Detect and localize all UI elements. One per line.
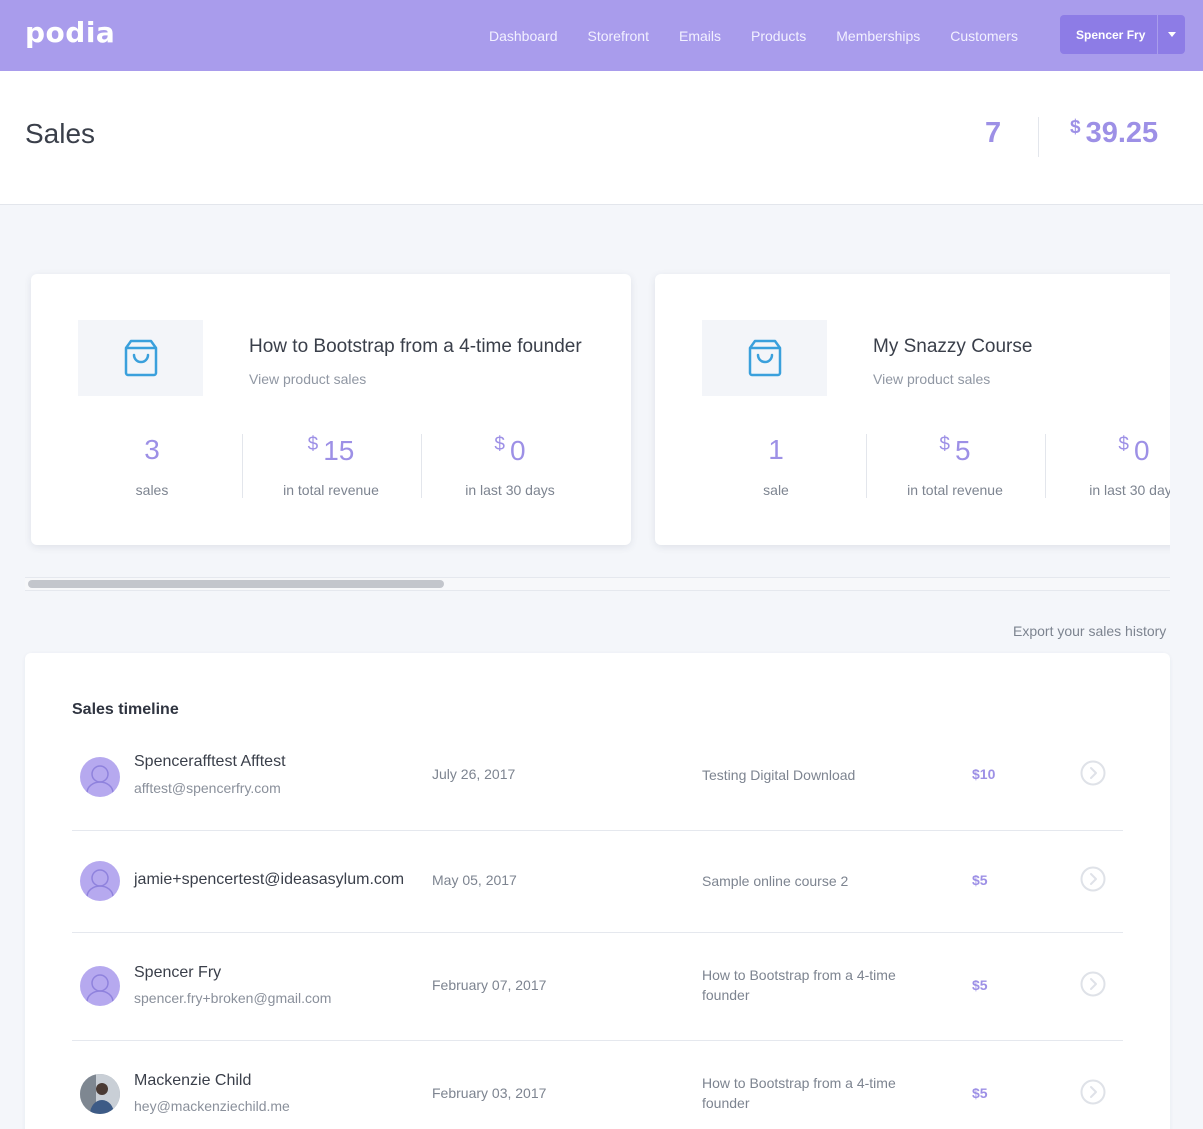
stat-last30-value: $0 bbox=[1118, 434, 1150, 466]
sale-product: Testing Digital Download bbox=[702, 767, 856, 783]
page-header: Sales 7 $39.25 bbox=[0, 71, 1203, 205]
view-product-sales-link[interactable]: View product sales bbox=[249, 371, 366, 387]
stat-sales-value: 3 bbox=[144, 434, 160, 465]
stat-last30: $0 in last 30 days bbox=[1044, 434, 1170, 498]
stat-sales-label: sales bbox=[135, 482, 169, 498]
sale-product: Sample online course 2 bbox=[702, 873, 849, 889]
chevron-right-circle-icon[interactable] bbox=[1080, 866, 1106, 892]
sale-date: July 26, 2017 bbox=[432, 766, 516, 782]
customer-name[interactable]: Mackenzie Child bbox=[134, 1072, 251, 1090]
customer-photo bbox=[80, 1074, 120, 1114]
shopping-bag-icon bbox=[124, 339, 157, 377]
chevron-right-circle-icon[interactable] bbox=[1080, 760, 1106, 786]
podia-logo[interactable]: podia bbox=[25, 16, 115, 49]
sale-date: May 05, 2017 bbox=[432, 872, 517, 888]
currency-symbol: $ bbox=[939, 434, 950, 455]
customer-name[interactable]: Spencer Fry bbox=[134, 964, 221, 982]
stat-last30-label: in last 30 days bbox=[465, 482, 555, 498]
scrollbar-thumb[interactable] bbox=[28, 580, 444, 588]
sale-row[interactable]: Mackenzie Child hey@mackenziechild.me Fe… bbox=[72, 1041, 1123, 1129]
stat-revenue-label: in total revenue bbox=[283, 482, 379, 498]
nav-dashboard[interactable]: Dashboard bbox=[474, 28, 573, 44]
chevron-right-circle-icon[interactable] bbox=[1080, 1079, 1106, 1105]
stat-sales-value: 1 bbox=[768, 434, 784, 465]
sale-date: February 07, 2017 bbox=[432, 977, 547, 993]
sale-amount: $5 bbox=[972, 872, 988, 888]
product-cards-scroller[interactable]: How to Bootstrap from a 4-time founder V… bbox=[25, 260, 1170, 560]
stat-last30: $0 in last 30 days bbox=[420, 434, 600, 498]
currency-symbol: $ bbox=[307, 434, 319, 455]
cards-scrollbar[interactable] bbox=[25, 577, 1170, 591]
stat-revenue: $15 in total revenue bbox=[241, 434, 421, 498]
sale-row[interactable]: jamie+spencertest@ideasasylum.com May 05… bbox=[72, 831, 1123, 933]
stat-revenue-value: $5 bbox=[939, 434, 971, 466]
product-title: How to Bootstrap from a 4-time founder bbox=[249, 336, 582, 357]
default-avatar-icon bbox=[86, 869, 114, 898]
stat-revenue-value: $15 bbox=[307, 434, 355, 466]
sale-date: February 03, 2017 bbox=[432, 1085, 547, 1101]
stat-revenue-label: in total revenue bbox=[907, 482, 1003, 498]
nav-storefront[interactable]: Storefront bbox=[573, 28, 664, 44]
currency-symbol: $ bbox=[1118, 434, 1129, 455]
product-title: My Snazzy Course bbox=[873, 336, 1033, 357]
timeline-title: Sales timeline bbox=[72, 701, 179, 718]
view-product-sales-link[interactable]: View product sales bbox=[873, 371, 990, 387]
customer-email: hey@mackenziechild.me bbox=[134, 1098, 290, 1114]
stat-sales: 3 sales bbox=[62, 434, 242, 498]
product-card: My Snazzy Course View product sales 1 sa… bbox=[655, 274, 1170, 545]
user-menu-button[interactable]: Spencer Fry bbox=[1060, 15, 1185, 54]
user-menu-toggle[interactable] bbox=[1157, 15, 1185, 54]
sale-product: How to Bootstrap from a 4-time founder bbox=[702, 967, 896, 1003]
total-revenue: $39.25 bbox=[1070, 117, 1158, 150]
customer-avatar bbox=[80, 1074, 120, 1114]
stat-sales-label: sale bbox=[763, 482, 789, 498]
default-avatar-icon bbox=[86, 765, 114, 794]
nav-emails[interactable]: Emails bbox=[664, 28, 736, 44]
stat-revenue: $5 in total revenue bbox=[865, 434, 1045, 498]
sale-row[interactable]: Spencer Fry spencer.fry+broken@gmail.com… bbox=[72, 933, 1123, 1041]
currency-symbol: $ bbox=[494, 434, 505, 455]
customer-email: afftest@spencerfry.com bbox=[134, 780, 281, 796]
product-card: How to Bootstrap from a 4-time founder V… bbox=[31, 274, 631, 545]
total-revenue-value: 39.25 bbox=[1085, 117, 1159, 149]
nav-memberships[interactable]: Memberships bbox=[821, 28, 935, 44]
customer-email: spencer.fry+broken@gmail.com bbox=[134, 990, 332, 1006]
nav-products[interactable]: Products bbox=[736, 28, 821, 44]
sale-amount: $10 bbox=[972, 766, 996, 782]
customer-avatar bbox=[80, 757, 120, 797]
total-sales-count: 7 bbox=[985, 117, 1002, 149]
nav-customers[interactable]: Customers bbox=[935, 28, 1033, 44]
stat-last30-value: $0 bbox=[494, 434, 526, 466]
stat-sales: 1 sale bbox=[686, 434, 866, 498]
user-name: Spencer Fry bbox=[1076, 27, 1146, 42]
sale-amount: $5 bbox=[972, 1085, 988, 1101]
customer-avatar bbox=[80, 861, 120, 901]
chevron-down-icon bbox=[1167, 32, 1176, 37]
currency-symbol: $ bbox=[1070, 117, 1081, 138]
customer-name[interactable]: Spencerafftest Afftest bbox=[134, 753, 286, 771]
chevron-right-circle-icon[interactable] bbox=[1080, 971, 1106, 997]
top-navbar: podia Dashboard Storefront Emails Produc… bbox=[0, 0, 1203, 71]
page-title: Sales bbox=[25, 118, 96, 149]
export-sales-history-link[interactable]: Export your sales history bbox=[1013, 623, 1166, 639]
default-avatar-icon bbox=[86, 974, 114, 1003]
sale-row[interactable]: Spencerafftest Afftest afftest@spencerfr… bbox=[72, 729, 1123, 831]
customer-name[interactable]: jamie+spencertest@ideasasylum.com bbox=[134, 871, 404, 889]
product-thumbnail bbox=[78, 320, 203, 396]
customer-avatar bbox=[80, 966, 120, 1006]
nav-links: Dashboard Storefront Emails Products Mem… bbox=[474, 0, 1033, 71]
shopping-bag-icon bbox=[748, 339, 781, 377]
sale-amount: $5 bbox=[972, 977, 988, 993]
stat-last30-label: in last 30 days bbox=[1089, 482, 1170, 498]
sale-product: How to Bootstrap from a 4-time founder bbox=[702, 1075, 896, 1111]
product-thumbnail bbox=[702, 320, 827, 396]
header-divider bbox=[1038, 117, 1039, 157]
sales-timeline-panel: Sales timeline Spencerafftest Afftest af… bbox=[25, 653, 1170, 1129]
